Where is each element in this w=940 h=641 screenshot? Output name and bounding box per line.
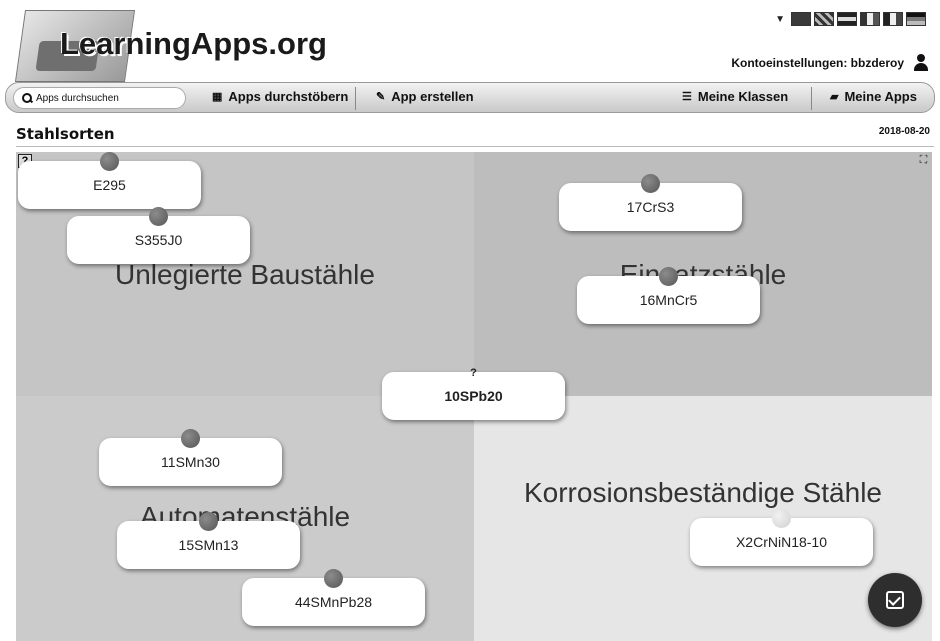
card-e295[interactable]: E295 — [18, 152, 201, 209]
search-input[interactable] — [36, 92, 176, 104]
card-x2crnin18-10[interactable]: X2CrNiN18-10 — [690, 509, 873, 566]
checkbox-check-icon — [886, 591, 904, 609]
nav-divider — [811, 87, 812, 110]
pin-icon — [640, 174, 660, 193]
card-10spb20[interactable]: ? 10SPb20 — [382, 367, 565, 420]
card-label: E295 — [93, 177, 126, 193]
language-selector: ▼ — [775, 12, 926, 26]
my-apps-label: Meine Apps — [844, 89, 917, 104]
pin-icon — [148, 207, 168, 226]
learningapps-page: LearningApps.org ▼ Kontoeinstellungen: b… — [0, 0, 940, 641]
folder-icon: ▰ — [830, 91, 839, 103]
check-solution-button[interactable] — [868, 573, 922, 627]
unplaced-marker: ? — [470, 367, 477, 379]
pin-icon — [99, 152, 119, 171]
card-label: 11SMn30 — [161, 454, 220, 470]
grid-icon: ▦ — [212, 91, 223, 103]
card-15smn13[interactable]: 15SMn13 — [117, 512, 300, 569]
browse-apps-label: Apps durchstöbern — [228, 89, 349, 104]
search-box — [13, 87, 186, 109]
list-icon: ☰ — [682, 91, 692, 103]
page-title: Stahlsorten — [16, 125, 115, 143]
card-label: 16MnCr5 — [639, 292, 698, 308]
flag-icon[interactable] — [814, 12, 834, 26]
page-date: 2018-08-20 — [878, 126, 930, 137]
pin-icon — [771, 509, 791, 528]
user-icon[interactable] — [912, 54, 930, 72]
card-label: X2CrNiN18-10 — [735, 534, 828, 550]
card-label: 44SMnPb28 — [294, 594, 373, 610]
pin-icon — [198, 512, 218, 531]
my-apps-button[interactable]: ▰ Meine Apps — [830, 89, 917, 104]
account-label: Kontoeinstellungen: bbzderoy — [731, 56, 904, 70]
card-11smn30[interactable]: 11SMn30 — [99, 429, 282, 486]
app-board: Unlegierte Baustähle Einsatzstähle Autom… — [16, 152, 932, 641]
card-label: 15SMn13 — [178, 537, 239, 553]
main-navbar: ▦ Apps durchstöbern ✎ App erstellen ☰ Me… — [5, 82, 935, 113]
flag-icon[interactable] — [791, 12, 811, 26]
card-label: S355J0 — [134, 232, 183, 248]
card-s355j0[interactable]: S355J0 — [67, 207, 250, 264]
create-app-button[interactable]: ✎ App erstellen — [376, 89, 474, 104]
my-classes-button[interactable]: ☰ Meine Klassen — [682, 89, 788, 104]
flag-icon[interactable] — [883, 12, 903, 26]
fullscreen-icon[interactable]: ⛶ — [917, 154, 930, 167]
create-app-label: App erstellen — [391, 89, 474, 104]
pin-icon — [658, 267, 678, 286]
zone-label: Korrosionsbeständige Stähle — [523, 477, 882, 508]
pin-icon — [180, 429, 200, 448]
card-17crs3[interactable]: 17CrS3 — [559, 174, 742, 231]
card-44smnpb28[interactable]: 44SMnPb28 — [242, 569, 425, 626]
flag-icon[interactable] — [906, 12, 926, 26]
my-classes-label: Meine Klassen — [697, 89, 789, 104]
title-divider — [16, 146, 934, 147]
pin-icon — [323, 569, 343, 588]
search-icon[interactable] — [22, 92, 33, 104]
language-dropdown-icon[interactable]: ▼ — [775, 14, 785, 25]
card-label: 10SPb20 — [444, 388, 503, 404]
flag-icon[interactable] — [860, 12, 880, 26]
card-label: 17CrS3 — [626, 199, 675, 215]
flag-icon[interactable] — [837, 12, 857, 26]
logo-text: LearningApps.org — [60, 26, 327, 61]
nav-divider — [355, 87, 356, 110]
logo[interactable]: LearningApps.org — [14, 6, 327, 84]
browse-apps-button[interactable]: ▦ Apps durchstöbern — [212, 89, 348, 104]
card-16mncr5[interactable]: 16MnCr5 — [577, 267, 760, 324]
pencil-icon: ✎ — [376, 91, 386, 103]
account-settings-link[interactable]: Kontoeinstellungen: bbzderoy — [731, 54, 930, 72]
